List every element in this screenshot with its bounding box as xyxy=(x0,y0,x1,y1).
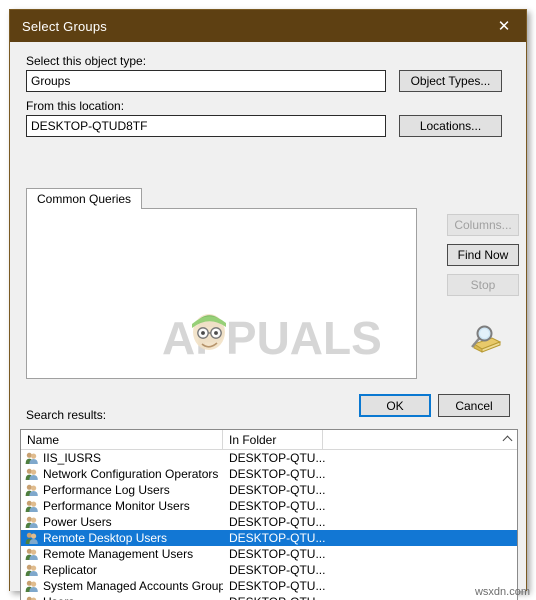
cancel-button[interactable]: Cancel xyxy=(438,394,510,417)
group-icon xyxy=(25,516,38,528)
row-name-text: Performance Monitor Users xyxy=(43,499,190,513)
row-name: Remote Management Users xyxy=(21,547,223,561)
row-folder-text: DESKTOP-QTU... xyxy=(229,483,326,497)
location-field[interactable]: DESKTOP-QTUD8TF xyxy=(26,115,386,137)
row-name-text: Power Users xyxy=(43,515,112,529)
row-name: IIS_IUSRS xyxy=(21,451,223,465)
group-icon xyxy=(25,468,38,480)
find-now-button[interactable]: Find Now xyxy=(447,244,519,266)
row-name-text: System Managed Accounts Group xyxy=(43,579,223,593)
table-row[interactable]: Network Configuration Operators DESKTOP-Q… xyxy=(21,466,517,482)
group-icon xyxy=(25,564,38,576)
row-name-text: Network Configuration Operators xyxy=(43,467,219,481)
row-folder-text: DESKTOP-QTU... xyxy=(229,579,326,593)
table-row[interactable]: System Managed Accounts Group DESKTOP-QTU… xyxy=(21,578,517,594)
table-row[interactable]: Replicator DESKTOP-QTU... xyxy=(21,562,517,578)
row-name: Replicator xyxy=(21,563,223,577)
tab-common-queries[interactable]: Common Queries xyxy=(26,188,143,209)
row-name-text: IIS_IUSRS xyxy=(43,451,102,465)
row-folder-text: DESKTOP-QTU... xyxy=(229,515,326,529)
row-name: Performance Monitor Users xyxy=(21,499,223,513)
list-rows: IIS_IUSRS DESKTOP-QTU... Network Configura… xyxy=(21,450,517,600)
group-icon xyxy=(25,532,38,544)
table-row[interactable]: Performance Monitor Users DESKTOP-QTU... xyxy=(21,498,517,514)
group-icon xyxy=(25,580,38,592)
row-folder-text: DESKTOP-QTU... xyxy=(229,467,326,481)
row-name: Power Users xyxy=(21,515,223,529)
row-name: System Managed Accounts Group xyxy=(21,579,223,593)
column-header-in-folder[interactable]: In Folder xyxy=(223,430,323,449)
row-folder-text: DESKTOP-QTU... xyxy=(229,563,326,577)
close-icon[interactable]: ✕ xyxy=(482,10,526,42)
group-icon xyxy=(26,596,37,600)
title-bar: Select Groups ✕ xyxy=(10,10,526,42)
row-folder-text: DESKTOP-QTU... xyxy=(223,595,325,600)
search-results-list: Name In Folder IIS_IUSRS DESKTOP-QTU... Ne… xyxy=(20,429,518,600)
column-header-name[interactable]: Name xyxy=(21,430,223,449)
column-header-blank[interactable] xyxy=(323,430,517,449)
group-icon xyxy=(25,452,38,464)
row-name: Performance Log Users xyxy=(21,483,223,497)
group-icon xyxy=(25,548,38,560)
object-type-field[interactable]: Groups xyxy=(26,70,386,92)
query-tabstrip: Common Queries xyxy=(26,188,417,379)
list-header: Name In Folder xyxy=(21,430,517,450)
object-types-button[interactable]: Object Types... xyxy=(399,70,502,92)
row-name: Network Configuration Operators xyxy=(21,467,223,481)
location-label: From this location: xyxy=(26,99,125,113)
row-folder-text: DESKTOP-QTU... xyxy=(229,531,326,545)
table-row[interactable]: Users DESKTOP-QTU... xyxy=(21,594,517,600)
dialog-body: Select this object type: Groups Object T… xyxy=(10,42,526,600)
row-name-text: Replicator xyxy=(43,563,98,577)
table-row[interactable]: Remote Management Users DESKTOP-QTU... xyxy=(21,546,517,562)
row-name-text: Performance Log Users xyxy=(43,483,170,497)
columns-button[interactable]: Columns... xyxy=(447,214,519,236)
row-name-text: Remote Management Users xyxy=(43,547,194,561)
table-row[interactable]: Performance Log Users DESKTOP-QTU... xyxy=(21,482,517,498)
locations-button[interactable]: Locations... xyxy=(399,115,502,137)
site-watermark: wsxdn.com xyxy=(474,586,530,598)
search-results-label: Search results: xyxy=(26,408,107,422)
chevron-up-icon[interactable] xyxy=(499,431,515,447)
common-queries-panel xyxy=(26,208,417,379)
table-row[interactable]: Remote Desktop Users DESKTOP-QTU... xyxy=(21,530,517,546)
ok-button[interactable]: OK xyxy=(359,394,431,417)
row-name-text: Users xyxy=(43,595,74,600)
group-icon xyxy=(25,500,38,512)
row-name: Remote Desktop Users xyxy=(21,531,223,545)
stop-button[interactable]: Stop xyxy=(447,274,519,296)
row-folder-text: DESKTOP-QTU... xyxy=(229,451,326,465)
object-type-label: Select this object type: xyxy=(26,54,147,68)
magnifier-folder-icon xyxy=(462,325,502,360)
group-icon xyxy=(25,484,38,496)
select-groups-dialog: Select Groups ✕ Select this object type:… xyxy=(9,9,527,600)
row-name-text: Remote Desktop Users xyxy=(43,531,168,545)
table-row[interactable]: Power Users DESKTOP-QTU... xyxy=(21,514,517,530)
window-title: Select Groups xyxy=(22,18,107,34)
row-folder-text: DESKTOP-QTU... xyxy=(229,499,326,513)
screenshot-root: Select Groups ✕ Select this object type:… xyxy=(0,0,536,600)
table-row[interactable]: IIS_IUSRS DESKTOP-QTU... xyxy=(21,450,517,466)
row-name: Users xyxy=(21,595,223,600)
row-folder-text: DESKTOP-QTU... xyxy=(229,547,326,561)
